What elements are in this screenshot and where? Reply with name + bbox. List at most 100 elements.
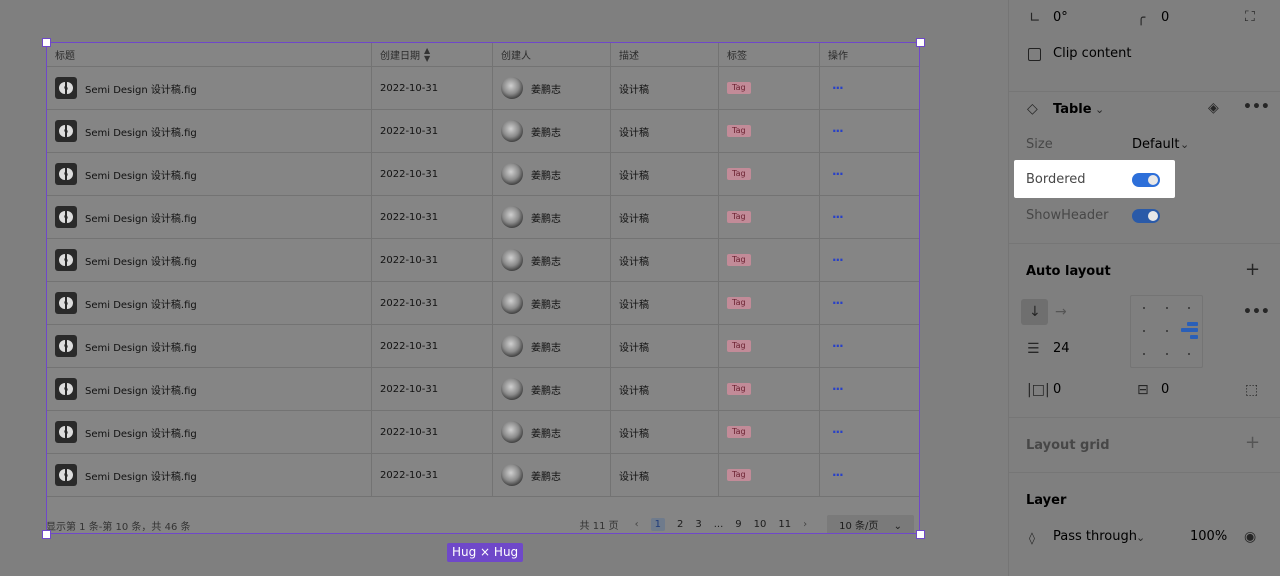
resize-handle-bottom-left[interactable] xyxy=(42,530,51,539)
description: 设计稿 xyxy=(619,471,649,483)
prev-page-icon[interactable]: ‹ xyxy=(635,519,639,530)
header-title-label: 标题 xyxy=(55,51,75,62)
chevron-down-icon: ⌄ xyxy=(893,520,902,532)
desc-cell: 设计稿 xyxy=(611,282,719,324)
resize-handle-top-right[interactable] xyxy=(916,38,925,47)
tag-cell: Tag xyxy=(719,239,820,281)
table-row[interactable]: Semi Design 设计稿.fig 2022-10-31 姜鹏志 设计稿 Tag ··… xyxy=(47,110,919,153)
tag-badge: Tag xyxy=(727,168,751,180)
bordered-toggle[interactable] xyxy=(1132,173,1160,187)
header-title[interactable]: 标题 xyxy=(47,43,372,66)
more-actions-button[interactable]: ··· xyxy=(832,339,844,353)
created-date: 2022-10-31 xyxy=(380,469,439,481)
vertical-padding-value[interactable]: 0 xyxy=(1161,382,1169,397)
page-11[interactable]: 11 xyxy=(778,519,791,530)
creator-cell: 姜鹏志 xyxy=(493,454,611,496)
show-header-toggle[interactable] xyxy=(1132,209,1160,223)
table-row[interactable]: Semi Design 设计稿.fig 2022-10-31 姜鹏志 设计稿 Tag ··… xyxy=(47,196,919,239)
desc-cell: 设计稿 xyxy=(611,196,719,238)
more-actions-button[interactable]: ··· xyxy=(832,124,844,138)
more-actions-button[interactable]: ··· xyxy=(832,425,844,439)
figma-file-icon xyxy=(55,77,77,99)
tag-badge: Tag xyxy=(727,254,751,266)
creator-cell: 姜鹏志 xyxy=(493,239,611,281)
design-canvas[interactable]: 标题 创建日期 ▲ ▼ 创建人 描述 标签 操作 Semi Design 设计稿.… xyxy=(0,0,1008,576)
pagination: 共 11 页 ‹ 1 2 3 ... 9 10 11 › 10 条/页 ⌄ xyxy=(574,514,920,534)
page-1[interactable]: 1 xyxy=(650,517,665,531)
date-cell: 2022-10-31 xyxy=(372,67,493,109)
resize-handle-top-left[interactable] xyxy=(42,38,51,47)
page-2[interactable]: 2 xyxy=(677,519,683,530)
more-options-icon[interactable]: ••• xyxy=(1243,305,1270,319)
page-10[interactable]: 10 xyxy=(754,519,767,530)
add-icon[interactable]: + xyxy=(1245,261,1260,279)
align-bar xyxy=(1190,335,1198,339)
avatar xyxy=(501,206,523,228)
table-row[interactable]: Semi Design 设计稿.fig 2022-10-31 姜鹏志 设计稿 Tag ··… xyxy=(47,454,919,497)
action-cell: ··· xyxy=(820,153,919,195)
corner-radius-value[interactable]: 0 xyxy=(1161,10,1169,25)
spacing-value[interactable]: 24 xyxy=(1053,341,1070,356)
page-ellipsis[interactable]: ... xyxy=(714,519,724,530)
header-action[interactable]: 操作 xyxy=(820,43,919,66)
created-date: 2022-10-31 xyxy=(380,297,439,309)
clip-content-checkbox[interactable] xyxy=(1028,48,1041,61)
table-row[interactable]: Semi Design 设计稿.fig 2022-10-31 姜鹏志 设计稿 Tag ··… xyxy=(47,153,919,196)
table-row[interactable]: Semi Design 设计稿.fig 2022-10-31 姜鹏志 设计稿 Tag ··… xyxy=(47,368,919,411)
more-options-icon[interactable]: ••• xyxy=(1243,100,1270,114)
header-desc[interactable]: 描述 xyxy=(611,43,719,66)
avatar xyxy=(501,120,523,142)
more-actions-button[interactable]: ··· xyxy=(832,382,844,396)
data-table[interactable]: 标题 创建日期 ▲ ▼ 创建人 描述 标签 操作 Semi Design 设计稿.… xyxy=(47,43,919,497)
table-row[interactable]: Semi Design 设计稿.fig 2022-10-31 姜鹏志 设计稿 Tag ··… xyxy=(47,239,919,282)
page-size-select[interactable]: 10 条/页 ⌄ xyxy=(827,514,914,534)
chevron-down-icon[interactable]: ⌄ xyxy=(1095,103,1104,117)
chevron-down-icon[interactable]: ⌄ xyxy=(1180,138,1189,152)
more-actions-button[interactable]: ··· xyxy=(832,167,844,181)
sort-icon[interactable]: ▲ ▼ xyxy=(424,46,430,63)
layer-section xyxy=(1009,473,1280,576)
size-select[interactable]: Default xyxy=(1132,137,1180,152)
header-creator[interactable]: 创建人 xyxy=(493,43,611,66)
eye-icon[interactable]: ◉ xyxy=(1244,530,1256,544)
tag-badge: Tag xyxy=(727,297,751,309)
table-row[interactable]: Semi Design 设计稿.fig 2022-10-31 姜鹏志 设计稿 Tag ··… xyxy=(47,67,919,110)
detach-instance-icon[interactable]: ◈ xyxy=(1208,101,1219,115)
desc-cell: 设计稿 xyxy=(611,110,719,152)
next-page-icon[interactable]: › xyxy=(803,519,807,530)
action-cell: ··· xyxy=(820,196,919,238)
desc-cell: 设计稿 xyxy=(611,368,719,410)
tag-cell: Tag xyxy=(719,153,820,195)
file-title: Semi Design 设计稿.fig xyxy=(85,299,197,311)
resize-handle-bottom-right[interactable] xyxy=(916,530,925,539)
expand-corners-icon[interactable]: ⛶ xyxy=(1245,10,1255,24)
date-cell: 2022-10-31 xyxy=(372,325,493,367)
align-dot xyxy=(1166,330,1168,332)
creator-name: 姜鹏志 xyxy=(531,84,561,96)
total-pages: 共 11 页 xyxy=(579,520,619,532)
arrow-right-icon[interactable]: → xyxy=(1055,305,1067,319)
add-icon[interactable]: + xyxy=(1245,434,1260,452)
more-actions-button[interactable]: ··· xyxy=(832,468,844,482)
tag-cell: Tag xyxy=(719,282,820,324)
more-actions-button[interactable]: ··· xyxy=(832,296,844,310)
individual-padding-icon[interactable]: ⬚ xyxy=(1245,383,1258,397)
opacity-value[interactable]: 100% xyxy=(1190,529,1227,544)
more-actions-button[interactable]: ··· xyxy=(832,81,844,95)
blend-mode-select[interactable]: Pass through xyxy=(1053,529,1137,544)
page-3[interactable]: 3 xyxy=(695,519,701,530)
more-actions-button[interactable]: ··· xyxy=(832,253,844,267)
header-tag[interactable]: 标签 xyxy=(719,43,820,66)
component-name[interactable]: Table xyxy=(1053,102,1092,117)
align-dot xyxy=(1188,353,1190,355)
horizontal-padding-value[interactable]: 0 xyxy=(1053,382,1061,397)
header-date[interactable]: 创建日期 ▲ ▼ xyxy=(372,43,493,66)
chevron-down-icon[interactable]: ⌄ xyxy=(1136,531,1145,545)
more-actions-button[interactable]: ··· xyxy=(832,210,844,224)
table-row[interactable]: Semi Design 设计稿.fig 2022-10-31 姜鹏志 设计稿 Tag ··… xyxy=(47,325,919,368)
table-row[interactable]: Semi Design 设计稿.fig 2022-10-31 姜鹏志 设计稿 Tag ··… xyxy=(47,411,919,454)
page-9[interactable]: 9 xyxy=(735,519,741,530)
table-row[interactable]: Semi Design 设计稿.fig 2022-10-31 姜鹏志 设计稿 Tag ··… xyxy=(47,282,919,325)
rotation-value[interactable]: 0° xyxy=(1053,10,1068,25)
title-cell: Semi Design 设计稿.fig xyxy=(47,153,372,195)
